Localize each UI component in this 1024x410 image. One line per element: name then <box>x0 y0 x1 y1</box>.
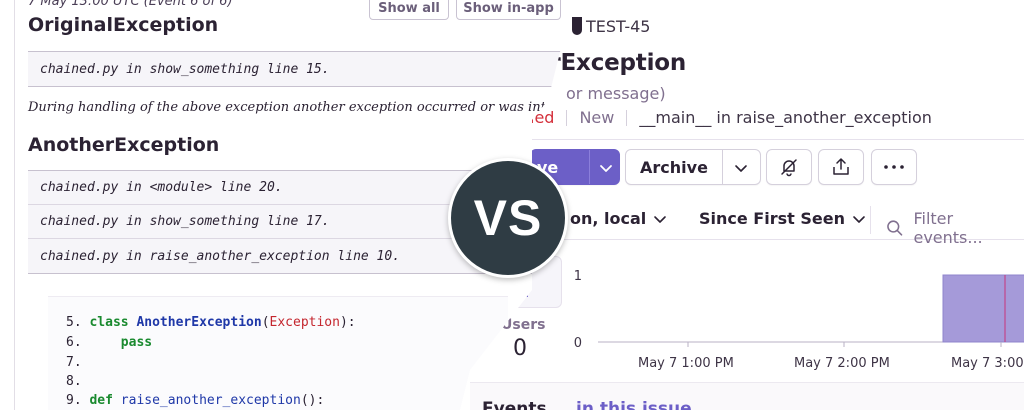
x-tick-label: May 7 1:00 PM <box>638 356 734 371</box>
environment-filter[interactable]: on, local <box>570 209 668 228</box>
code-punct: ): <box>339 315 356 330</box>
meta-divider <box>626 109 628 126</box>
code-punct: ( <box>261 315 270 330</box>
archive-button[interactable]: Archive <box>625 149 761 185</box>
code-line: 5. class AnotherException(Exception): <box>66 315 356 335</box>
code-function-name: raise_another_exception <box>120 393 301 408</box>
ellipsis-icon <box>884 165 904 169</box>
stack-frames: chained.py in show_something line 15. <box>28 51 568 87</box>
exception-type: OriginalException <box>28 14 219 36</box>
environment-filter-label: on, local <box>570 209 647 228</box>
stack-frame[interactable]: chained.py in show_something line 15. <box>28 52 568 86</box>
mute-button[interactable] <box>766 149 812 185</box>
event-date: 7 May 13:00 UTC (Event 6 of 6) <box>28 0 233 9</box>
line-number: 9. <box>66 393 82 408</box>
header-divider <box>530 139 1024 140</box>
more-actions-button[interactable] <box>871 149 917 185</box>
issue-meta: led New __main__ in raise_another_except… <box>530 108 932 127</box>
code-line: 6. pass <box>66 335 152 355</box>
code-base-class: Exception <box>269 315 340 330</box>
resolve-split <box>589 150 590 184</box>
code-line: 8. <box>66 374 82 394</box>
event-filter-bar: on, local Since First Seen Filter events… <box>530 200 1024 247</box>
x-tick-label: May 7 2:00 PM <box>794 356 890 371</box>
event-search-input[interactable]: Filter events... <box>886 209 1024 247</box>
filter-divider <box>870 206 871 234</box>
share-button[interactable] <box>818 149 864 185</box>
issue-culprit: __main__ in raise_another_exception <box>639 108 932 127</box>
y-tick-label: 1 <box>574 269 582 284</box>
code-punct: (): <box>300 393 325 408</box>
issue-short-id[interactable]: TEST-45 <box>586 17 650 36</box>
archive-split <box>722 150 723 184</box>
meta-divider <box>566 109 568 126</box>
line-number: 7. <box>66 355 82 370</box>
left-border <box>14 0 15 410</box>
archive-label: Archive <box>640 157 708 177</box>
issue-substatus: New <box>579 108 615 127</box>
chart-bar <box>942 274 1024 343</box>
bell-off-icon <box>781 159 797 177</box>
code-line: 9. def raise_another_exception(): <box>66 393 324 410</box>
chevron-down-icon[interactable] <box>597 159 615 177</box>
versus-label: VS <box>473 190 543 246</box>
users-count: 0 <box>513 336 527 361</box>
show-inapp-button[interactable]: Show in-app <box>456 0 561 20</box>
chevron-down-icon[interactable] <box>732 159 750 177</box>
events-tab[interactable]: Events <box>482 399 547 410</box>
share-icon <box>833 158 849 175</box>
code-keyword: class <box>89 315 129 330</box>
line-number: 8. <box>66 374 82 389</box>
code-line: 7. <box>66 355 82 375</box>
event-search-placeholder: Filter events... <box>913 209 983 247</box>
search-icon <box>887 220 903 236</box>
chevron-down-icon <box>654 215 667 223</box>
chevron-down-icon <box>853 215 865 223</box>
versus-badge: VS <box>448 158 568 278</box>
show-all-button[interactable]: Show all <box>369 0 449 20</box>
project-avatar <box>572 17 582 35</box>
date-range-label: Since First Seen <box>699 209 845 228</box>
in-this-issue-tab[interactable]: in this issue <box>576 399 692 410</box>
code-keyword: pass <box>120 335 153 350</box>
line-number: 5. <box>66 315 82 330</box>
issue-subtitle: or message) <box>566 84 666 103</box>
events-tabs: Events in this issue <box>470 382 1024 410</box>
source-context: 5. class AnotherException(Exception): 6.… <box>48 296 508 410</box>
code-class-name: AnotherException <box>136 315 262 330</box>
exception-type: AnotherException <box>28 134 220 156</box>
x-tick-label: May 7 3:00 <box>951 356 1024 371</box>
line-number: 6. <box>66 335 82 350</box>
code-keyword: def <box>89 393 113 408</box>
y-tick-label: 0 <box>574 336 582 351</box>
date-range-filter[interactable]: Since First Seen <box>699 209 867 228</box>
events-chart: 1 0 May 7 1:00 PM May 7 2:00 PM May 7 3:00 <box>574 269 1024 371</box>
